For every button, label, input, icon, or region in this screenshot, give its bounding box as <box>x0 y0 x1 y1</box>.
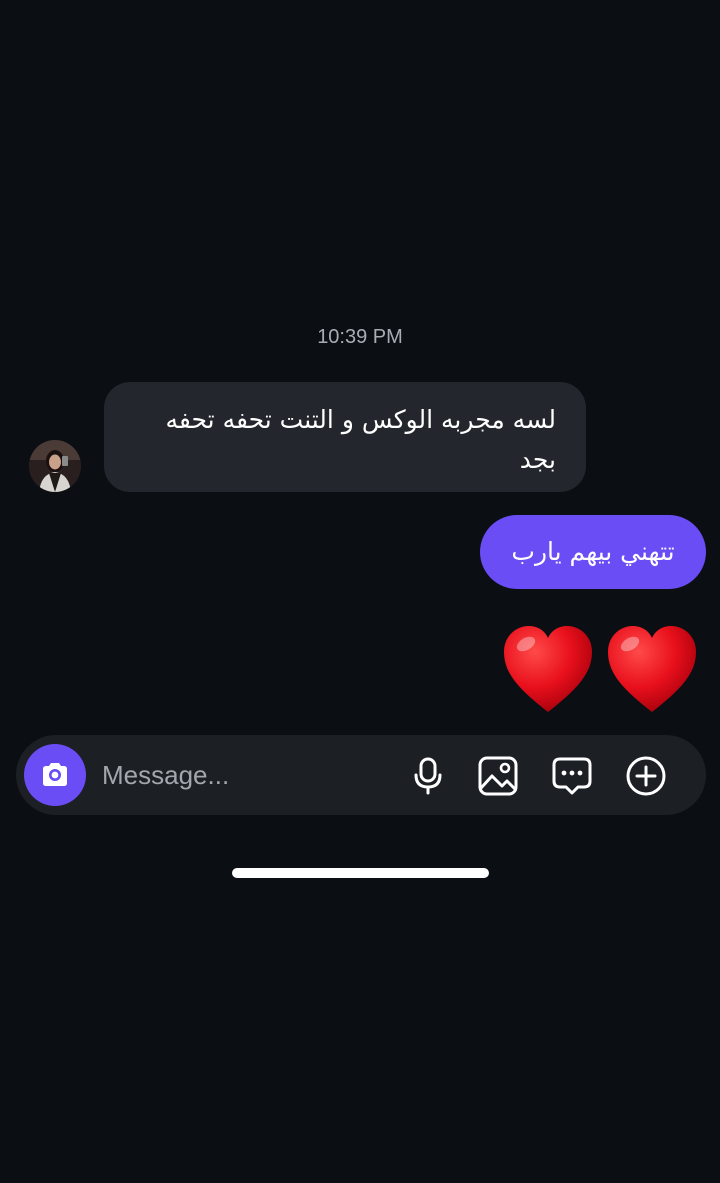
message-input[interactable] <box>102 755 382 795</box>
microphone-icon[interactable] <box>407 755 449 797</box>
home-indicator[interactable] <box>232 868 489 878</box>
sticker-icon[interactable] <box>551 755 593 797</box>
red-heart-icon <box>504 626 592 712</box>
sender-avatar[interactable] <box>29 440 81 492</box>
outgoing-emoji-message[interactable] <box>500 622 702 718</box>
message-composer <box>16 735 706 815</box>
plus-icon[interactable] <box>625 755 667 797</box>
avatar-image <box>29 440 81 492</box>
message-timestamp: 10:39 PM <box>317 326 403 348</box>
camera-button[interactable] <box>24 744 86 806</box>
chat-screen: 10:39 PM لسه مجربه الوكس و التنت تحفه تح… <box>0 0 720 1183</box>
camera-icon <box>43 763 67 786</box>
red-heart-icon <box>608 626 696 712</box>
gallery-icon[interactable] <box>477 755 519 797</box>
outgoing-message-bubble[interactable]: تتهني بيهم يارب <box>480 515 706 589</box>
incoming-message-bubble[interactable]: لسه مجربه الوكس و التنت تحفه تحفه بجد <box>104 382 586 492</box>
